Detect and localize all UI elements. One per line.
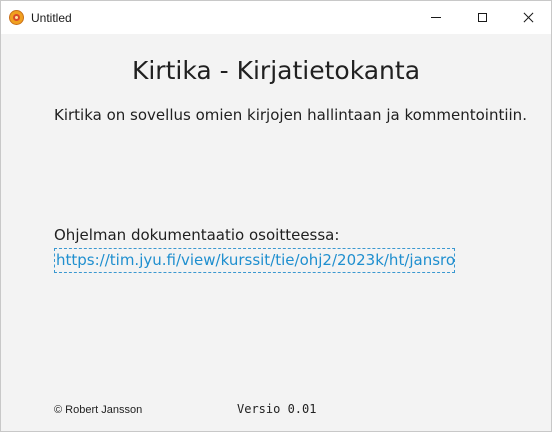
minimize-button[interactable] <box>413 1 459 34</box>
close-button[interactable] <box>505 1 551 34</box>
version-label: Versio 0.01 <box>237 402 317 416</box>
documentation-label: Ohjelman dokumentaatio osoitteessa: <box>54 226 340 244</box>
maximize-button[interactable] <box>459 1 505 34</box>
page-title: Kirtika - Kirjatietokanta <box>131 56 421 85</box>
title-bar[interactable]: Untitled <box>1 1 551 34</box>
app-description: Kirtika on sovellus omien kirjojen halli… <box>54 106 527 124</box>
app-logo-icon <box>9 10 24 25</box>
author-credit: © Robert Jansson <box>54 404 143 416</box>
documentation-link[interactable]: https://tim.jyu.fi/view/kurssit/tie/ohj2… <box>54 248 455 273</box>
minimize-icon <box>431 17 441 18</box>
app-window: Untitled Kirtika - Kirjatietokanta Kirti… <box>0 0 552 432</box>
close-icon <box>523 12 534 23</box>
maximize-icon <box>477 13 487 22</box>
window-title: Untitled <box>31 11 72 25</box>
